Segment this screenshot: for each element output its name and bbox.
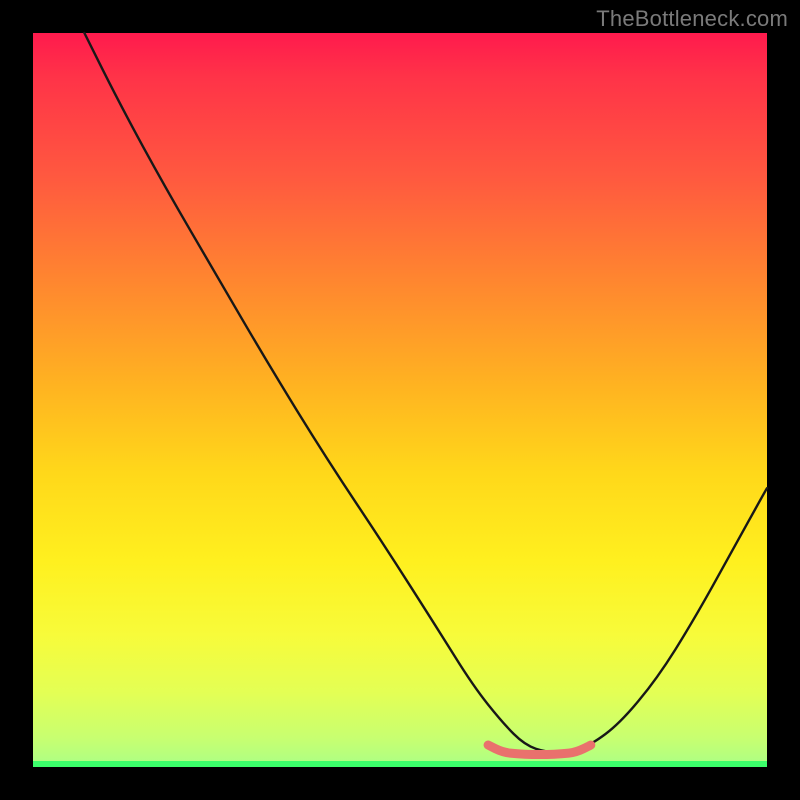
watermark-text: TheBottleneck.com xyxy=(596,6,788,32)
bottleneck-curve xyxy=(84,33,767,752)
chart-frame: TheBottleneck.com xyxy=(0,0,800,800)
plot-area xyxy=(33,33,767,767)
curve-layer xyxy=(33,33,767,767)
